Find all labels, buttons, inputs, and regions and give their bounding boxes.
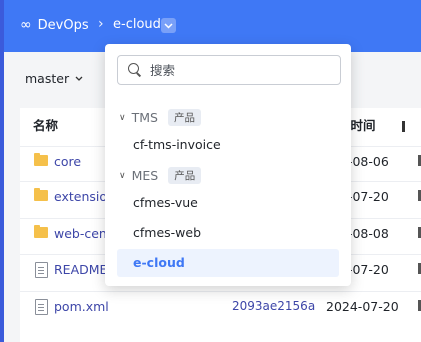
group-header-mes[interactable]: ∨ MES 产品 — [119, 167, 202, 184]
project-search[interactable] — [117, 55, 341, 85]
project-name[interactable]: e-cloud — [113, 17, 161, 32]
group-header-tms[interactable]: ∨ TMS 产品 — [119, 109, 201, 126]
brand-label: DevOps — [37, 17, 89, 33]
chevron-down-icon: ∨ — [119, 112, 126, 123]
file-icon — [35, 262, 48, 278]
project-option-selected[interactable]: e-cloud — [117, 249, 339, 277]
file-name[interactable]: README — [54, 262, 107, 277]
search-icon — [128, 63, 139, 74]
chevron-down-icon: ∨ — [119, 170, 126, 181]
search-input[interactable] — [148, 60, 332, 80]
chevron-down-icon — [164, 22, 173, 29]
branch-label: master — [25, 71, 70, 86]
brand[interactable]: ∞ DevOps — [20, 17, 89, 33]
group-name: TMS — [131, 110, 158, 125]
file-name[interactable]: pom.xml — [54, 299, 109, 314]
table-row[interactable]: pom.xml 2093ae2156a 2024-07-20 — [20, 291, 421, 322]
breadcrumb-separator: › — [98, 16, 104, 32]
file-name[interactable]: core — [54, 154, 81, 169]
project-switch-button[interactable] — [161, 18, 176, 33]
group-name: MES — [131, 168, 159, 183]
branch-selector[interactable]: master — [25, 71, 83, 86]
infinity-icon: ∞ — [20, 17, 32, 33]
group-tag: 产品 — [167, 109, 201, 126]
commit-date: 2024-07-20 — [326, 299, 399, 314]
chevron-down-icon — [75, 76, 83, 81]
folder-icon — [34, 153, 48, 166]
project-option[interactable]: cfmes-web — [117, 219, 339, 247]
column-header-name[interactable]: 名称 — [33, 109, 58, 143]
file-name[interactable]: extensio — [54, 189, 107, 204]
file-name[interactable]: web-cent — [54, 226, 112, 241]
project-dropdown: ∨ TMS 产品 cf-tms-invoice ∨ MES 产品 cfmes-v… — [105, 44, 351, 286]
group-tag: 产品 — [168, 167, 202, 184]
project-option[interactable]: cfmes-vue — [117, 189, 339, 217]
file-icon — [35, 299, 48, 315]
commit-hash[interactable]: 2093ae2156a — [232, 299, 317, 313]
column-header-trailing — [402, 121, 405, 132]
folder-icon — [34, 225, 48, 238]
project-option[interactable]: cf-tms-invoice — [117, 131, 339, 159]
folder-icon — [34, 188, 48, 201]
